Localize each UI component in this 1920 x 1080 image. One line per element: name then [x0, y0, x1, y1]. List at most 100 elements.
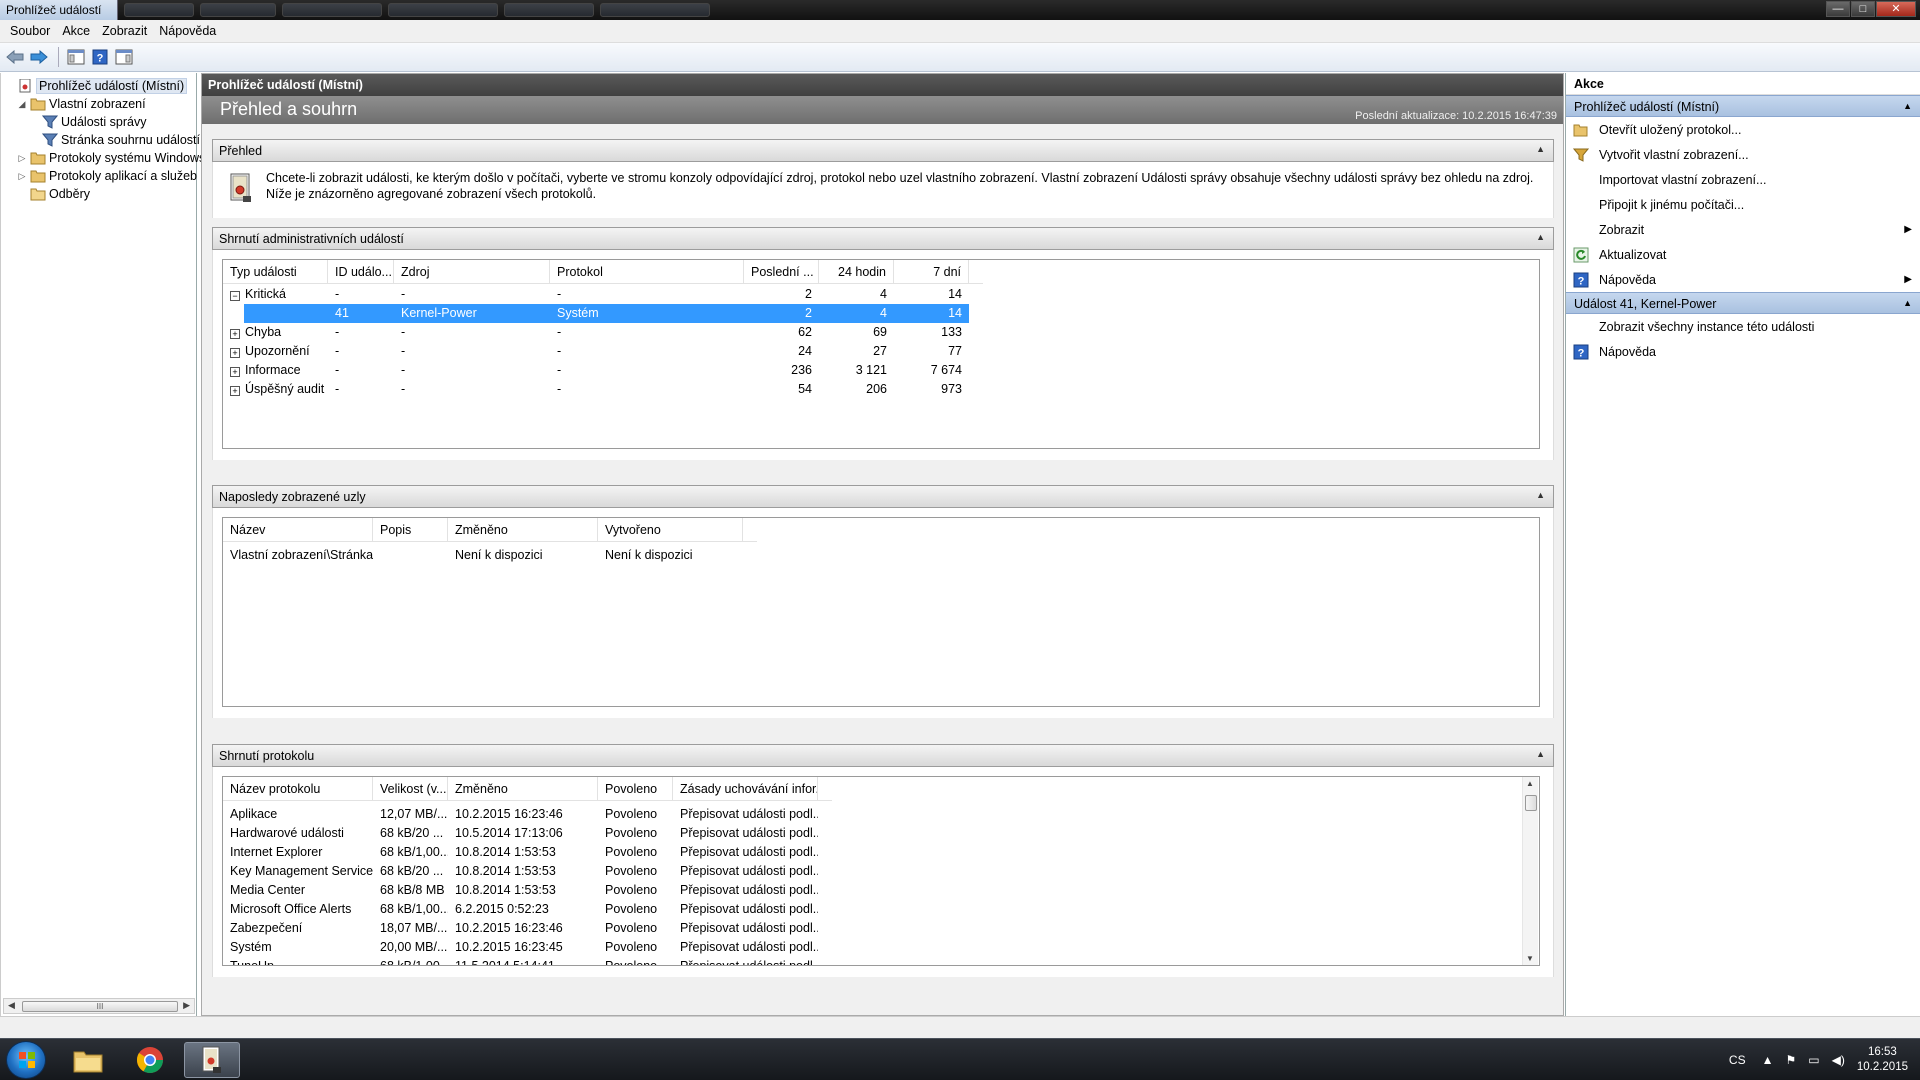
collapse-icon[interactable]: ▲: [1536, 749, 1545, 759]
table-row[interactable]: + Informace - - - 236 3 121 7 674: [223, 361, 969, 380]
tree-item[interactable]: Prohlížeč událostí (Místní): [5, 77, 188, 95]
table-row[interactable]: Hardwarové události 68 kB/20 ... 10.5.2014…: [223, 824, 818, 843]
background-tab[interactable]: [388, 3, 498, 17]
column-header[interactable]: 7 dní: [894, 260, 969, 283]
show-hidden-icons-icon[interactable]: ▲: [1762, 1053, 1774, 1067]
action-center-flag-icon[interactable]: ⚑: [1785, 1053, 1796, 1067]
minimize-button[interactable]: —: [1826, 1, 1850, 17]
menu-soubor[interactable]: Soubor: [4, 24, 56, 38]
collapse-icon[interactable]: ▲: [1903, 298, 1912, 308]
column-header[interactable]: Typ události: [223, 260, 328, 283]
collapse-icon[interactable]: ▲: [1536, 144, 1545, 154]
scroll-left-icon[interactable]: ◀: [8, 1000, 15, 1011]
table-row[interactable]: − Kritická - - -2 4 14: [223, 285, 969, 304]
start-button[interactable]: [6, 1041, 46, 1079]
vertical-scrollbar[interactable]: ▲ ▼: [1522, 777, 1538, 965]
column-header[interactable]: Zdroj: [394, 260, 550, 283]
expand-arrow-icon[interactable]: ◢: [17, 99, 27, 110]
actions-group-event[interactable]: Událost 41, Kernel-Power ▲: [1566, 292, 1920, 314]
table-row[interactable]: + Chyba - - - 62 69 133: [223, 323, 969, 342]
table-row[interactable]: Zabezpečení 18,07 MB/... 10.2.2015 16:23:4…: [223, 919, 818, 938]
tree-item[interactable]: ▷ Protokoly aplikací a služeb: [17, 167, 197, 185]
help-button[interactable]: ?: [89, 46, 111, 68]
tree-item[interactable]: ◢ Vlastní zobrazení: [17, 95, 146, 113]
background-tab[interactable]: [600, 3, 710, 17]
network-icon[interactable]: ▭: [1808, 1053, 1819, 1067]
column-header[interactable]: Změněno: [448, 518, 598, 541]
column-header[interactable]: Povoleno: [598, 777, 673, 800]
back-button[interactable]: [4, 46, 26, 68]
expand-icon[interactable]: +: [230, 329, 240, 339]
expand-icon[interactable]: +: [230, 386, 240, 396]
column-header[interactable]: Název: [223, 518, 373, 541]
tree-item[interactable]: ▷ Protokoly systému Windows: [17, 149, 206, 167]
action-item[interactable]: Připojit k jinému počítači...: [1566, 192, 1920, 217]
column-header[interactable]: Zásady uchovávání infor...: [673, 777, 818, 800]
table-row[interactable]: Vlastní zobrazení\Stránka... Není k dispo…: [223, 546, 743, 565]
action-item[interactable]: Otevřít uložený protokol...: [1566, 117, 1920, 142]
admin-summary-section-header[interactable]: Shrnutí administrativních událostí ▲: [212, 227, 1554, 250]
tree-item[interactable]: Stránka souhrnu událostí: [29, 131, 200, 149]
column-header[interactable]: Poslední ...: [744, 260, 819, 283]
action-item[interactable]: ? Nápověda ▶: [1566, 267, 1920, 292]
table-row[interactable]: + Úspěšný audit - - -54 206 973: [223, 380, 969, 399]
column-header[interactable]: Popis: [373, 518, 448, 541]
show-hide-tree-button[interactable]: [65, 46, 87, 68]
background-tab[interactable]: [124, 3, 194, 17]
action-item[interactable]: Aktualizovat: [1566, 242, 1920, 267]
horizontal-scrollbar[interactable]: ◀ III ▶: [3, 998, 195, 1014]
table-row[interactable]: Key Management Service 68 kB/20 ... 10.8.2…: [223, 862, 818, 881]
log-summary-section-header[interactable]: Shrnutí protokolu ▲: [212, 744, 1554, 767]
volume-icon[interactable]: ◀): [1832, 1053, 1845, 1067]
overview-section-header[interactable]: Přehled ▲: [212, 139, 1554, 162]
collapse-icon[interactable]: ▲: [1903, 101, 1912, 111]
tree-item[interactable]: Odběry: [17, 185, 90, 203]
expand-arrow-icon[interactable]: ▷: [17, 153, 27, 164]
column-header[interactable]: Změněno: [448, 777, 598, 800]
collapse-icon[interactable]: ▲: [1536, 490, 1545, 500]
action-item[interactable]: Vytvořit vlastní zobrazení...: [1566, 142, 1920, 167]
menu-napoveda[interactable]: Nápověda: [153, 24, 222, 38]
language-indicator[interactable]: CS: [1729, 1053, 1746, 1067]
taskbar-explorer[interactable]: [60, 1042, 116, 1078]
action-item[interactable]: ? Nápověda: [1566, 339, 1920, 364]
actions-group-local[interactable]: Prohlížeč událostí (Místní) ▲: [1566, 95, 1920, 117]
background-tab[interactable]: [504, 3, 594, 17]
table-row[interactable]: Aplikace 12,07 MB/... 10.2.2015 16:23:46 Po…: [223, 805, 818, 824]
column-header[interactable]: Velikost (v...: [373, 777, 448, 800]
taskbar-chrome[interactable]: [122, 1042, 178, 1078]
background-tab[interactable]: [282, 3, 382, 17]
column-header[interactable]: Vytvořeno: [598, 518, 743, 541]
expand-icon[interactable]: +: [230, 367, 240, 377]
scroll-thumb[interactable]: [1525, 795, 1537, 811]
scroll-up-icon[interactable]: ▲: [1526, 779, 1534, 788]
table-row[interactable]: Media Center 68 kB/8 MB 10.8.2014 1:53:53 P…: [223, 881, 818, 900]
table-row[interactable]: Microsoft Office Alerts 68 kB/1,00... 6.2.…: [223, 900, 818, 919]
table-row[interactable]: + Upozornění - - - 24 27 77: [223, 342, 969, 361]
recent-nodes-section-header[interactable]: Naposledy zobrazené uzly ▲: [212, 485, 1554, 508]
collapse-icon[interactable]: −: [230, 291, 240, 301]
menu-zobrazit[interactable]: Zobrazit: [96, 24, 153, 38]
column-header[interactable]: Protokol: [550, 260, 744, 283]
expand-arrow-icon[interactable]: ▷: [17, 171, 27, 182]
taskbar-event-viewer[interactable]: [184, 1042, 240, 1078]
column-header[interactable]: Název protokolu: [223, 777, 373, 800]
action-item[interactable]: Importovat vlastní zobrazení...: [1566, 167, 1920, 192]
table-row[interactable]: 41 Kernel-Power Systém 2 4 14: [244, 304, 969, 323]
forward-button[interactable]: [28, 46, 50, 68]
table-row[interactable]: TuneUp 68 kB/1,00... 11.5.2014 5:14:41 Povo…: [223, 957, 818, 965]
clock[interactable]: 16:53 10.2.2015: [1857, 1045, 1908, 1075]
table-row[interactable]: Systém 20,00 MB/... 10.2.2015 16:23:45 Povo…: [223, 938, 818, 957]
tree-item[interactable]: Události správy: [29, 113, 146, 131]
expand-icon[interactable]: +: [230, 348, 240, 358]
show-hide-actions-button[interactable]: [113, 46, 135, 68]
column-header[interactable]: 24 hodin: [819, 260, 894, 283]
menu-akce[interactable]: Akce: [56, 24, 96, 38]
table-row[interactable]: Internet Explorer 68 kB/1,00... 10.8.2014 …: [223, 843, 818, 862]
background-tab[interactable]: [200, 3, 276, 17]
maximize-button[interactable]: □: [1851, 1, 1875, 17]
column-header[interactable]: ID událo...: [328, 260, 394, 283]
action-item[interactable]: Zobrazit všechny instance této události: [1566, 314, 1920, 339]
scroll-down-icon[interactable]: ▼: [1526, 954, 1534, 963]
close-button[interactable]: ✕: [1876, 1, 1916, 17]
